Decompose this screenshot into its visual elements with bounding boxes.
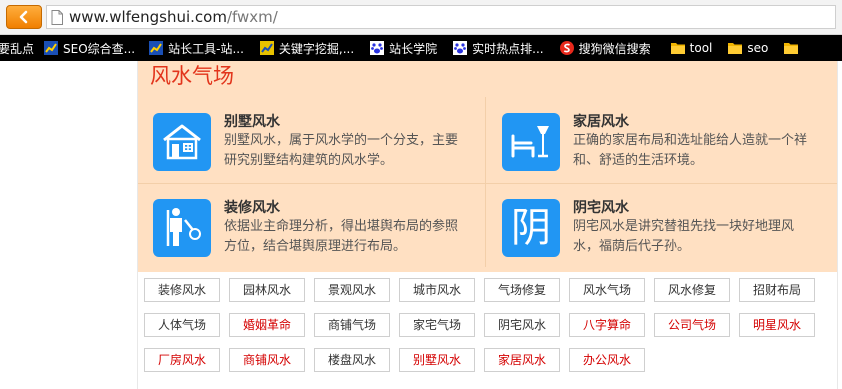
back-arrow-icon <box>19 10 28 24</box>
service-card-villa[interactable]: 别墅风水 别墅风水，属于风水学的一个分支，主要研究别墅结构建筑的风水学。 <box>138 99 478 179</box>
section-title: 风水气场 <box>150 64 234 88</box>
folder-icon <box>784 41 799 55</box>
chart-icon <box>259 41 274 55</box>
yin-character-icon: 阴 <box>502 199 560 257</box>
tag-button[interactable]: 人体气场 <box>144 313 220 337</box>
tag-button[interactable]: 园林风水 <box>229 278 305 302</box>
bookmark-item[interactable]: 要乱点 <box>0 35 44 61</box>
bookmark-label: 关键字挖掘,... <box>278 41 355 56</box>
bookmark-label: 站长学院 <box>389 41 438 56</box>
bookmark-label: tool <box>689 41 713 55</box>
paw-icon <box>370 41 385 55</box>
tag-button[interactable]: 办公风水 <box>569 348 645 372</box>
card-title: 装修风水 <box>224 200 280 216</box>
tag-button[interactable]: 明星风水 <box>739 313 815 337</box>
tag-button[interactable]: 公司气场 <box>654 313 730 337</box>
fengshui-panel: 风水气场 别墅风水 别墅风水，属于风水学的一个分支，主要研究别墅结构建筑的风水学… <box>138 61 837 272</box>
card-title: 家居风水 <box>573 114 629 130</box>
tag-button[interactable]: 婚姻革命 <box>229 313 305 337</box>
card-description: 正确的家居布局和选址能给人造就一个祥和、舒适的生活环境。 <box>573 133 808 168</box>
tag-button[interactable]: 招财布局 <box>739 278 815 302</box>
chart-icon <box>44 41 59 55</box>
bookmark-item[interactable]: 站长工具-站... <box>149 35 260 61</box>
bookmark-item[interactable]: 实时热点排... <box>453 35 559 61</box>
tag-button[interactable]: 商铺气场 <box>314 313 390 337</box>
worker-icon <box>153 199 211 257</box>
bookmark-label: 要乱点 <box>0 41 35 56</box>
tag-button[interactable]: 楼盘风水 <box>314 348 390 372</box>
card-description: 依据业主命理分析，得出堪舆布局的参照方位，结合堪舆原理进行布局。 <box>224 219 459 254</box>
folder-icon <box>670 41 685 55</box>
url-input[interactable]: www.wlfengshui.com/fwxm/ <box>46 5 836 29</box>
bookmark-label: 实时热点排... <box>472 41 544 56</box>
sogou-icon <box>559 41 574 55</box>
bookmark-item[interactable]: SEO综合查... <box>44 35 149 61</box>
url-host: www.wlfengshui.com <box>69 8 227 26</box>
tag-button[interactable]: 厂房风水 <box>144 348 220 372</box>
card-description: 阴宅风水是讲究替祖先找一块好地理风水，福荫后代子孙。 <box>573 219 795 254</box>
tag-button[interactable]: 阴宅风水 <box>484 313 560 337</box>
furniture-icon <box>502 113 560 171</box>
page-icon <box>51 9 63 25</box>
tag-button[interactable]: 家宅气场 <box>399 313 475 337</box>
paw-icon <box>453 41 468 55</box>
bookmark-label: seo <box>747 41 769 55</box>
browser-address-bar: www.wlfengshui.com/fwxm/ <box>0 0 842 35</box>
tag-button[interactable]: 景观风水 <box>314 278 390 302</box>
tag-button[interactable]: 气场修复 <box>484 278 560 302</box>
divider <box>485 97 486 267</box>
main-content: 风水气场 别墅风水 别墅风水，属于风水学的一个分支，主要研究别墅结构建筑的风水学… <box>137 61 838 389</box>
bookmark-item[interactable]: 站长学院 <box>370 35 453 61</box>
villa-icon <box>153 113 211 171</box>
bookmark-item[interactable]: seo <box>728 35 784 61</box>
divider <box>138 183 837 184</box>
tag-button[interactable]: 商铺风水 <box>229 348 305 372</box>
bookmark-label: 搜狗微信搜索 <box>578 41 651 56</box>
bookmark-label: 站长工具-站... <box>168 41 244 56</box>
url-path: /fwxm/ <box>226 8 278 26</box>
bookmark-item-partial[interactable] <box>784 35 811 61</box>
tag-button[interactable]: 装修风水 <box>144 278 220 302</box>
bookmark-label: SEO综合查... <box>63 41 136 56</box>
service-card-decoration[interactable]: 装修风水 依据业主命理分析，得出堪舆布局的参照方位，结合堪舆原理进行布局。 <box>138 185 478 265</box>
service-card-yin[interactable]: 阴 阴宅风水 阴宅风水是讲究替祖先找一块好地理风水，福荫后代子孙。 <box>487 185 827 265</box>
tag-button[interactable]: 家居风水 <box>484 348 560 372</box>
url-text: www.wlfengshui.com/fwxm/ <box>69 8 278 26</box>
yin-glyph: 阴 <box>511 205 551 251</box>
back-button[interactable] <box>6 5 42 29</box>
bookmark-item[interactable]: 搜狗微信搜索 <box>559 35 671 61</box>
card-title: 阴宅风水 <box>573 200 629 216</box>
bookmark-item[interactable]: 关键字挖掘,... <box>259 35 370 61</box>
folder-icon <box>728 41 743 55</box>
tag-button[interactable]: 八字算命 <box>569 313 645 337</box>
bookmark-item[interactable]: tool <box>670 35 729 61</box>
tag-button[interactable]: 别墅风水 <box>399 348 475 372</box>
tag-button[interactable]: 风水气场 <box>569 278 645 302</box>
tag-button[interactable]: 风水修复 <box>654 278 730 302</box>
tag-button[interactable]: 城市风水 <box>399 278 475 302</box>
card-description: 别墅风水，属于风水学的一个分支，主要研究别墅结构建筑的风水学。 <box>224 133 459 168</box>
bookmarks-bar: 要乱点 SEO综合查... 站长工具-站... 关键字挖掘,... 站长学院 实… <box>0 35 842 61</box>
service-card-home[interactable]: 家居风水 正确的家居布局和选址能给人造就一个祥和、舒适的生活环境。 <box>487 99 827 179</box>
card-title: 别墅风水 <box>224 114 280 130</box>
chart-icon <box>149 41 164 55</box>
